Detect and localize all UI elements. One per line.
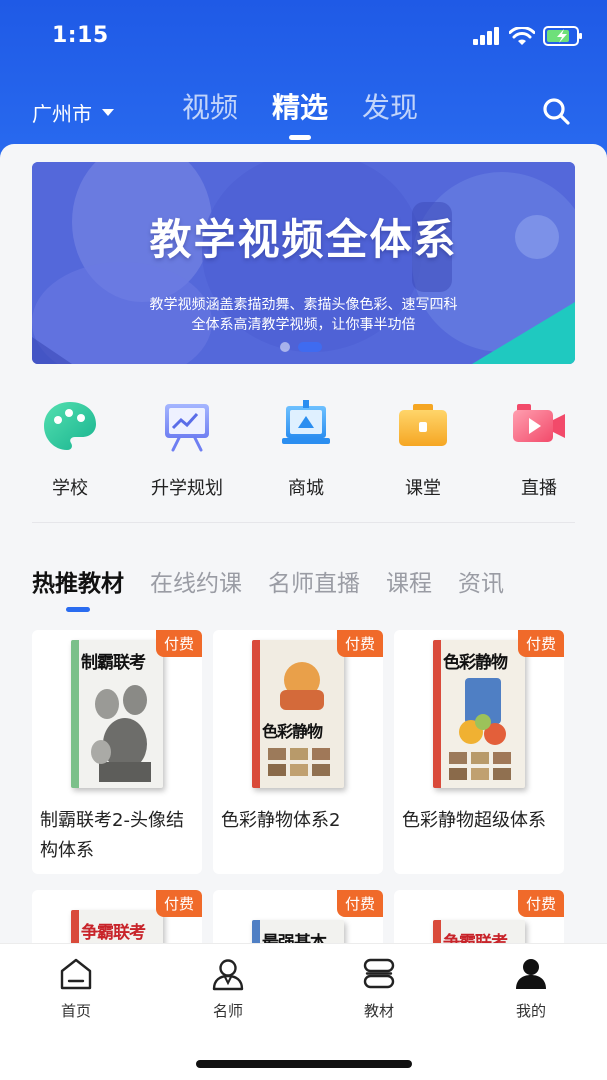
tab-video[interactable]: 视频 <box>182 86 238 126</box>
city-selector[interactable]: 广州市 <box>32 98 114 127</box>
bottom-nav: 首页 名师 教材 我的 <box>0 943 607 1080</box>
briefcase-icon <box>399 404 447 446</box>
quick-entry-classroom[interactable]: 课堂 <box>373 396 473 500</box>
book-cover-text: 争霸联考 <box>81 923 146 943</box>
home-indicator[interactable] <box>196 1060 412 1068</box>
book-cover-image: 争霸联考 <box>71 910 163 944</box>
banner-pagination <box>280 342 322 352</box>
quick-entry-planning[interactable]: 升学规划 <box>137 396 237 500</box>
presentation-board-icon <box>165 404 209 452</box>
home-icon <box>60 958 92 990</box>
nav-profile[interactable]: 我的 <box>491 956 571 1021</box>
wifi-icon <box>509 26 535 45</box>
book-cover-text: 争霸联考 <box>443 933 508 944</box>
book-cover-image: 最强基本功 <box>252 920 344 944</box>
book-cover-text: 色彩静物 <box>443 653 508 673</box>
top-tabs: 视频 精选 发现 <box>182 86 418 126</box>
tab-master-live[interactable]: 名师直播 <box>268 564 360 598</box>
store-display-icon <box>282 400 330 444</box>
video-camera-icon <box>513 404 565 442</box>
search-icon[interactable] <box>541 96 571 126</box>
book-cover-text: 制霸联考 <box>81 653 146 673</box>
battery-icon <box>543 26 582 46</box>
section-tabs: 热推教材 在线约课 名师直播 课程 资讯 <box>32 564 504 598</box>
palette-icon <box>44 402 96 450</box>
paid-badge: 付费 <box>155 630 202 657</box>
status-time: 1:15 <box>52 23 109 48</box>
tab-news[interactable]: 资讯 <box>458 564 504 598</box>
book-cover-text: 最强基本功 <box>262 933 327 944</box>
profile-icon <box>516 959 546 989</box>
quick-entry-label: 学校 <box>52 478 88 499</box>
promo-banner[interactable]: 教学视频全体系 教学视频涵盖素描劲舞、素描头像色彩、速写四科 全体系高清教学视频… <box>32 162 575 364</box>
book-cover-text: 色彩静物 <box>262 722 323 741</box>
quick-entries: 学校 升学规划 商城 课堂 直播 <box>0 396 607 506</box>
paid-badge: 付费 <box>517 630 564 657</box>
status-bar: 1:15 <box>0 0 607 74</box>
banner-subtitle-2: 全体系高清教学视频，让你事半功倍 <box>191 317 416 333</box>
nav-label: 首页 <box>60 1002 91 1020</box>
quick-entry-label: 直播 <box>521 478 557 499</box>
tab-hot-materials[interactable]: 热推教材 <box>32 564 124 598</box>
divider <box>32 522 575 523</box>
pagination-dot[interactable] <box>280 342 290 352</box>
book-cover-image: 争霸联考 <box>433 920 525 944</box>
tab-featured[interactable]: 精选 <box>272 86 328 126</box>
book-card[interactable]: 争霸联考 付费 <box>394 890 564 944</box>
tab-discover[interactable]: 发现 <box>362 86 418 126</box>
book-title: 色彩静物超级体系 <box>402 810 546 831</box>
quick-entry-store[interactable]: 商城 <box>256 396 356 500</box>
book-title: 色彩静物体系2 <box>221 810 341 831</box>
paid-badge: 付费 <box>336 630 383 657</box>
nav-materials[interactable]: 教材 <box>339 956 419 1021</box>
chevron-down-icon <box>102 109 114 116</box>
nav-label: 名师 <box>212 1002 243 1020</box>
quick-entry-live[interactable]: 直播 <box>489 396 589 500</box>
quick-entry-label: 课堂 <box>405 478 441 499</box>
banner-title: 教学视频全体系 <box>149 215 458 264</box>
signal-icon <box>473 27 499 45</box>
pagination-dot-active[interactable] <box>298 342 322 352</box>
city-label: 广州市 <box>32 102 92 126</box>
book-card[interactable]: 制霸联考 付费 制霸联考2-头像结构体系 <box>32 630 202 874</box>
book-card[interactable]: 色彩静物 付费 色彩静物超级体系 <box>394 630 564 874</box>
tab-courses[interactable]: 课程 <box>386 564 432 598</box>
quick-entry-label: 升学规划 <box>151 478 223 499</box>
paid-badge: 付费 <box>155 890 202 917</box>
nav-home[interactable]: 首页 <box>36 956 116 1021</box>
tab-online-booking[interactable]: 在线约课 <box>150 564 242 598</box>
nav-label: 教材 <box>363 1002 394 1020</box>
book-card[interactable]: 争霸联考 付费 <box>32 890 202 944</box>
quick-entry-school[interactable]: 学校 <box>20 396 120 500</box>
book-card[interactable]: 最强基本功 付费 <box>213 890 383 944</box>
status-icons <box>473 26 583 46</box>
main-content: 教学视频全体系 教学视频涵盖素描劲舞、素描头像色彩、速写四科 全体系高清教学视频… <box>0 144 607 944</box>
book-card[interactable]: 色彩静物 付费 色彩静物体系2 <box>213 630 383 874</box>
nav-label: 我的 <box>515 1002 546 1020</box>
quick-entry-label: 商城 <box>288 478 324 499</box>
books-icon <box>363 958 395 989</box>
banner-subtitle-1: 教学视频涵盖素描劲舞、素描头像色彩、速写四科 <box>149 297 458 313</box>
paid-badge: 付费 <box>517 890 564 917</box>
teacher-icon <box>212 959 244 991</box>
nav-teachers[interactable]: 名师 <box>188 956 268 1021</box>
paid-badge: 付费 <box>336 890 383 917</box>
book-cover-image: 色彩静物 <box>252 640 344 788</box>
book-cover-image: 色彩静物 <box>433 640 525 788</box>
header-nav: 广州市 视频 精选 发现 <box>0 84 607 140</box>
book-title: 制霸联考2-头像结构体系 <box>40 810 184 861</box>
book-cover-image: 制霸联考 <box>71 640 163 788</box>
